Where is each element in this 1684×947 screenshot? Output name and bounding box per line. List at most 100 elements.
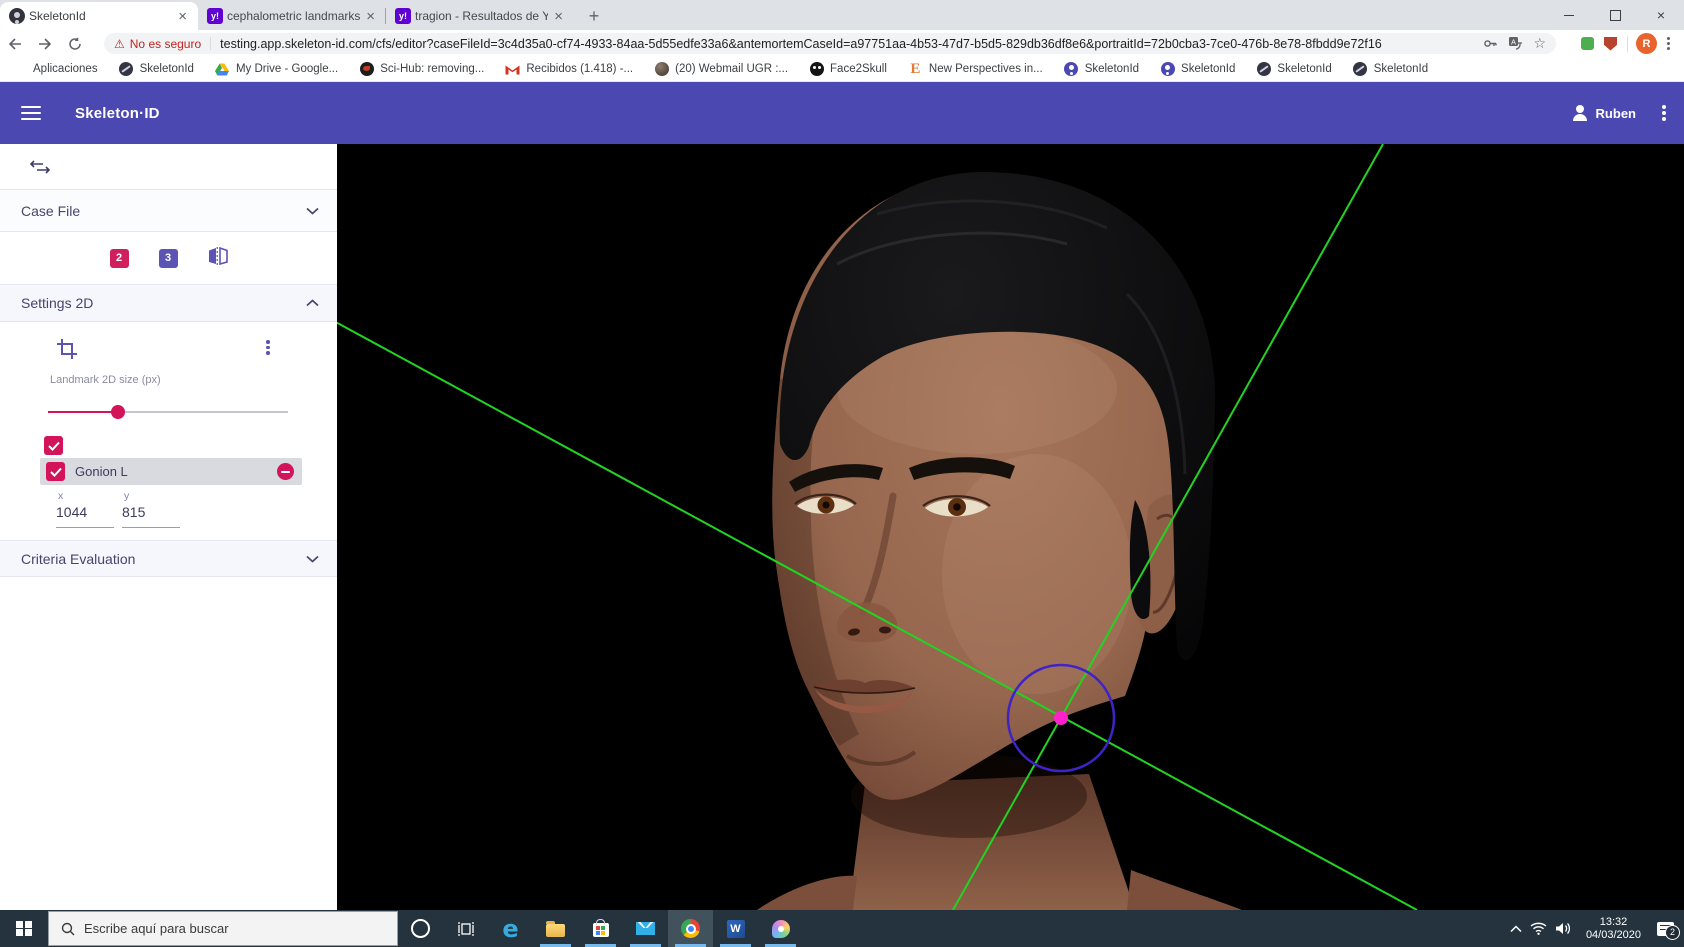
- bookmark-label: SkeletonId: [1277, 63, 1332, 75]
- landmark-point[interactable]: [1054, 711, 1068, 725]
- url-field[interactable]: ⚠ No es seguro testing.app.skeleton-id.c…: [104, 33, 1556, 54]
- profile-avatar[interactable]: R: [1636, 33, 1657, 54]
- landmark-size-slider[interactable]: [48, 405, 288, 419]
- bookmark-item[interactable]: SkeletonId: [1256, 62, 1332, 77]
- tab-title: SkeletonId: [29, 9, 86, 23]
- taskbar: Escribe aquí para buscar e W 13:32 04/03…: [0, 910, 1684, 947]
- coord-y-field[interactable]: 815: [122, 504, 180, 528]
- paint3d-icon: [771, 919, 790, 938]
- menu-hamburger-button[interactable]: [21, 106, 41, 120]
- wifi-icon[interactable]: [1530, 922, 1547, 935]
- store-button[interactable]: [578, 910, 623, 947]
- user-name: Ruben: [1595, 105, 1636, 121]
- shoulder-left: [757, 875, 857, 910]
- edge-button[interactable]: e: [488, 910, 533, 947]
- section-criteria-evaluation[interactable]: Criteria Evaluation: [0, 540, 337, 577]
- taskbar-search[interactable]: Escribe aquí para buscar: [48, 911, 398, 946]
- drive-icon: [215, 62, 230, 77]
- forward-button[interactable]: [30, 31, 60, 57]
- settings-2d-label: Settings 2D: [21, 295, 94, 311]
- landmarks-3d-badge[interactable]: 3: [158, 248, 178, 268]
- windows-logo-icon: [16, 920, 32, 937]
- cortana-button[interactable]: [398, 910, 443, 947]
- mirror-tool-button[interactable]: [208, 246, 228, 270]
- bookmark-label: SkeletonId: [1373, 63, 1429, 75]
- bookmark-item[interactable]: SkeletonId: [1160, 62, 1235, 77]
- apps-grid-icon: [12, 62, 27, 77]
- notification-count-badge: 2: [1665, 924, 1680, 940]
- volume-icon[interactable]: [1555, 922, 1572, 935]
- task-view-icon: [457, 921, 474, 936]
- tray-expand-icon[interactable]: [1510, 924, 1522, 933]
- landmark-checkbox[interactable]: [46, 462, 65, 481]
- selected-landmark-row[interactable]: Gonion L: [40, 458, 302, 485]
- skull-icon: [809, 62, 824, 77]
- translate-icon[interactable]: A: [1508, 36, 1523, 51]
- landmark-visibility-checkbox[interactable]: [44, 436, 63, 455]
- start-button[interactable]: [0, 910, 48, 947]
- bookmark-star-icon[interactable]: ☆: [1533, 35, 1546, 52]
- face-render[interactable]: [337, 144, 1684, 910]
- landmark-size-label: Landmark 2D size (px): [50, 374, 161, 386]
- url-text[interactable]: testing.app.skeleton-id.com/cfs/editor?c…: [220, 37, 1473, 51]
- browser-menu-button[interactable]: [1657, 37, 1684, 50]
- paint3d-button[interactable]: [758, 910, 803, 947]
- viewport-3d[interactable]: [337, 144, 1684, 910]
- app-overflow-menu-button[interactable]: [1636, 105, 1684, 121]
- bookmark-item[interactable]: SkeletonId: [119, 62, 194, 77]
- chrome-button[interactable]: [668, 910, 713, 947]
- tab-close-icon[interactable]: ×: [364, 9, 377, 24]
- coord-x-field[interactable]: 1044: [56, 504, 114, 528]
- notification-center-button[interactable]: 2: [1657, 921, 1680, 940]
- bookmark-item[interactable]: (20) Webmail UGR :...: [654, 62, 788, 77]
- tab-close-icon[interactable]: ×: [176, 9, 189, 24]
- file-explorer-button[interactable]: [533, 910, 578, 947]
- tab-cephalometric[interactable]: y! cephalometric landmarks in obliq ×: [198, 2, 386, 30]
- maximize-button[interactable]: [1592, 0, 1638, 30]
- window-close-button[interactable]: ×: [1638, 0, 1684, 30]
- password-key-icon[interactable]: [1483, 36, 1498, 51]
- window-controls: ×: [1546, 0, 1684, 30]
- globe-icon: [1353, 62, 1368, 77]
- bookmark-item[interactable]: Sci-Hub: removing...: [359, 62, 484, 77]
- extension-green-icon[interactable]: [1581, 37, 1594, 50]
- mail-button[interactable]: [623, 910, 668, 947]
- tab-tragion[interactable]: y! tragion - Resultados de Yahoo Es ×: [385, 2, 574, 30]
- bookmark-item[interactable]: My Drive - Google...: [215, 62, 338, 77]
- security-chip-label[interactable]: No es seguro: [130, 37, 201, 51]
- system-tray: 13:32 04/03/2020 2: [1510, 916, 1684, 942]
- bookmark-item[interactable]: SkeletonId: [1353, 62, 1428, 77]
- globe-icon: [1256, 62, 1271, 77]
- compare-arrows-button[interactable]: [0, 144, 337, 190]
- chevron-down-icon: [306, 555, 319, 563]
- section-case-file[interactable]: Case File: [0, 190, 337, 232]
- settings-overflow-button[interactable]: [266, 340, 270, 355]
- tab-title: cephalometric landmarks in obliq: [227, 9, 361, 23]
- search-placeholder: Escribe aquí para buscar: [84, 921, 229, 936]
- landmark-name: Gonion L: [75, 464, 128, 479]
- crop-tool-button[interactable]: [56, 338, 78, 365]
- new-tab-button[interactable]: +: [580, 2, 608, 30]
- back-button[interactable]: [0, 31, 30, 57]
- remove-landmark-button[interactable]: [277, 463, 294, 480]
- bookmark-item[interactable]: Face2Skull: [809, 62, 887, 77]
- screen: SkeletonId × y! cephalometric landmarks …: [0, 0, 1684, 947]
- word-button[interactable]: W: [713, 910, 758, 947]
- tab-close-icon[interactable]: ×: [552, 9, 565, 24]
- task-view-button[interactable]: [443, 910, 488, 947]
- section-settings-2d[interactable]: Settings 2D: [0, 285, 337, 322]
- reload-button[interactable]: [60, 31, 90, 57]
- bookmark-item[interactable]: Recibidos (1.418) -...: [505, 62, 633, 77]
- clock[interactable]: 13:32 04/03/2020: [1586, 916, 1641, 942]
- minimize-button[interactable]: [1546, 0, 1592, 30]
- bookmark-item[interactable]: E New Perspectives in...: [908, 61, 1042, 77]
- user-button[interactable]: Ruben: [1571, 104, 1636, 122]
- bookmark-item[interactable]: SkeletonId: [1064, 62, 1139, 77]
- slider-thumb[interactable]: [111, 405, 125, 419]
- clock-time: 13:32: [1599, 915, 1628, 928]
- chevron-down-icon: [306, 207, 319, 215]
- bookmark-apps[interactable]: Aplicaciones: [12, 62, 98, 77]
- extension-shield-icon[interactable]: [1604, 36, 1617, 51]
- landmarks-2d-badge[interactable]: 2: [109, 248, 129, 268]
- tab-skeletonid[interactable]: SkeletonId ×: [0, 2, 198, 30]
